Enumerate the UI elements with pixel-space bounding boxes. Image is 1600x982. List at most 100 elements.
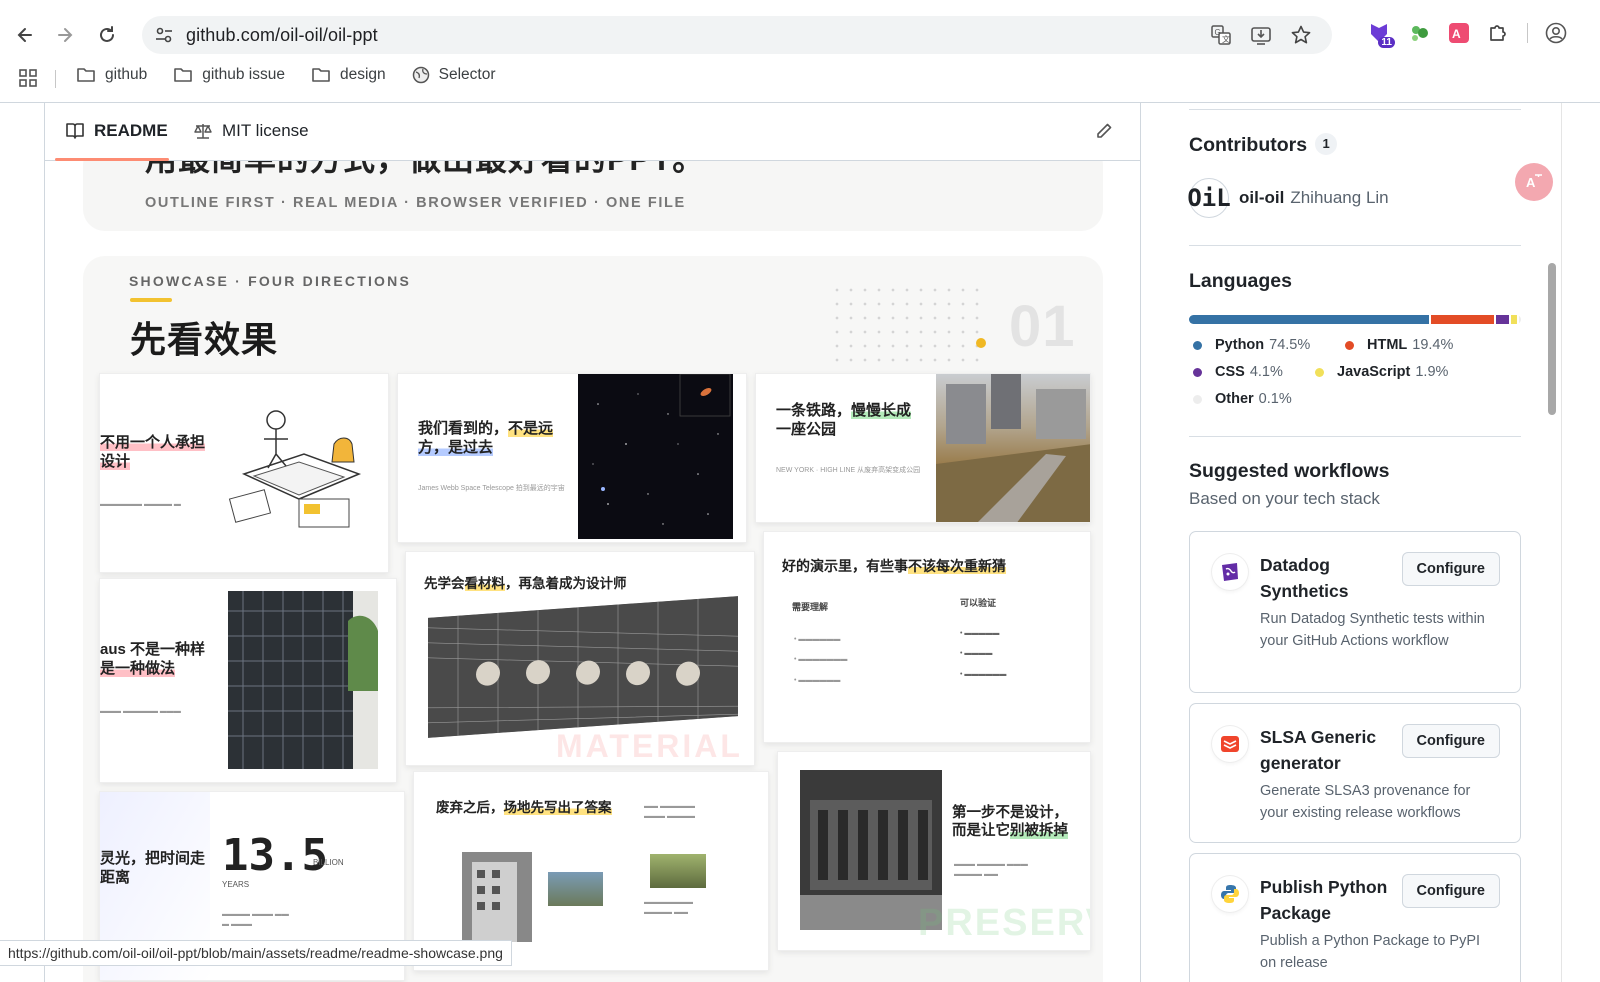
- tab-readme[interactable]: README: [65, 121, 168, 141]
- svg-text:A: A: [1526, 175, 1536, 190]
- slide-heading-part: 一座公园: [776, 420, 837, 438]
- bookmark-selector[interactable]: Selector: [412, 66, 496, 84]
- arrow-left-icon: [17, 28, 32, 42]
- configure-button[interactable]: Configure: [1401, 724, 1500, 758]
- folder-icon: [174, 68, 193, 82]
- bookmark-design[interactable]: design: [311, 66, 386, 84]
- language-percent: 74.5%: [1269, 337, 1311, 353]
- photo-weaving-women: [427, 596, 739, 738]
- language-color-dot: [1193, 367, 1202, 377]
- apps-grid-icon[interactable]: [18, 68, 38, 88]
- install-app-icon[interactable]: [1250, 24, 1272, 46]
- back-button[interactable]: [10, 20, 40, 50]
- weaving-graphic: [427, 596, 739, 738]
- slide-heading-part: 一条铁路，: [776, 402, 852, 419]
- puzzle-extensions-icon[interactable]: [1487, 21, 1511, 45]
- extension-badge-count: 11: [1378, 37, 1395, 48]
- slide-heading: 废弃之后，场地先写出了答案: [436, 800, 612, 817]
- translate-icon[interactable]: G文: [1210, 24, 1232, 46]
- workflow-description: Publish a Python Package to PyPI on rele…: [1260, 933, 1481, 972]
- slide-heading: 好的演示里，有些事不该每次重新猜: [782, 558, 1006, 576]
- forward-button[interactable]: [50, 20, 80, 50]
- sidebar-divider: [1189, 436, 1521, 437]
- slide-heading: 一条铁路，慢慢长成 一座公园: [776, 402, 912, 440]
- language-item-python[interactable]: Python 74.5%: [1193, 337, 1310, 353]
- contributor-item[interactable]: OiL oil-oil Zhihuang Lin: [1187, 178, 1389, 218]
- extension-badge-icon[interactable]: 11: [1365, 20, 1395, 48]
- frog-extension-icon[interactable]: [1407, 21, 1431, 45]
- readme-panel: README MIT license 用最简单的方式，做出最好看的PPT。 OU…: [44, 103, 1141, 982]
- workflow-card-slsa: SLSA Generic generator Generate SLSA3 pr…: [1189, 703, 1521, 843]
- slide-caption-lines: ▬▬▬▬▬▬ ▬▬▬▬ ▬: [100, 501, 181, 508]
- slide-heading: 灵光，把时间走 距离: [100, 850, 205, 888]
- translate-extension-icon[interactable]: A: [1447, 21, 1471, 45]
- bookmark-label: Selector: [438, 66, 496, 83]
- contributors-heading[interactable]: Contributors 1: [1189, 133, 1338, 157]
- globe-icon: [412, 66, 429, 84]
- slide-heading-part: 好的演示里，有些事: [782, 558, 908, 574]
- site-settings-icon[interactable]: [154, 25, 174, 45]
- language-item-javascript[interactable]: JavaScript 1.9%: [1315, 364, 1448, 380]
- slide-caption-lines: ▬▬▬▬▬▬▬ ▬▬▬▬ ▬▬: [644, 899, 693, 916]
- sidebar-scrollbar-thumb[interactable]: [1548, 263, 1556, 415]
- language-color-dot: [1315, 367, 1324, 377]
- language-name: Other: [1215, 391, 1254, 407]
- photo-park-greenery: [650, 854, 706, 888]
- showcase-kicker: SHOWCASE · FOUR DIRECTIONS: [129, 273, 411, 289]
- slide-heading-part: 而是让它: [952, 823, 1010, 840]
- slide-heading: 第一步不是设计， 而是让它别被拆掉: [952, 804, 1068, 840]
- language-item-html[interactable]: HTML 19.4%: [1345, 337, 1453, 353]
- slide-watermark: PRESERV: [918, 902, 1090, 944]
- sidebar-divider: [1189, 109, 1521, 110]
- language-percent: 4.1%: [1249, 364, 1283, 380]
- bookmark-github[interactable]: github: [76, 66, 147, 84]
- slide-heading: aus 不是一种样 是一种做法: [100, 641, 205, 679]
- browser-toolbar: github.com/oil-oil/oil-ppt G文 11 A githu…: [0, 0, 1600, 103]
- language-item-css[interactable]: CSS 4.1%: [1193, 364, 1283, 380]
- showcase-title: 先看效果: [130, 319, 279, 360]
- floating-translate-button[interactable]: A: [1515, 163, 1553, 201]
- status-bar-url: https://github.com/oil-oil/oil-ppt/blob/…: [0, 940, 512, 966]
- tab-license[interactable]: MIT license: [193, 121, 309, 141]
- reload-button[interactable]: [92, 20, 122, 50]
- pencil-icon[interactable]: [1094, 121, 1114, 141]
- slide-heading-highlight: 场地先写出了答案: [503, 800, 612, 815]
- folder-icon: [312, 68, 330, 82]
- slide-caption: James Webb Space Telescope 拍到最远的宇宙: [418, 485, 565, 492]
- building-graphic: [472, 862, 517, 942]
- contributors-count: 1: [1315, 133, 1338, 155]
- slide-list-left: • ▬▬▬▬▬▬ • ▬▬▬▬▬▬▬ • ▬▬▬▬▬▬: [794, 636, 848, 684]
- avatar[interactable]: OiL: [1187, 178, 1231, 218]
- tab-license-label: MIT license: [222, 121, 309, 140]
- slide-caption-lines: ▬▬▬▬ ▬▬▬ ▬▬ ▬ ▬▬▬: [222, 911, 289, 928]
- bookmark-label: design: [339, 66, 386, 83]
- slide-heading-highlight: 不是远: [508, 420, 554, 437]
- slide-heading: 不用一个人承担 设计: [100, 434, 206, 472]
- bookmarks-separator: [55, 70, 56, 88]
- configure-button[interactable]: Configure: [1401, 874, 1500, 908]
- building-facade-graphic: [228, 591, 378, 769]
- address-bar[interactable]: github.com/oil-oil/oil-ppt G文: [142, 16, 1332, 54]
- slide-heading-highlight: 方，是过去: [418, 438, 494, 456]
- slide-heading-part: 我们看到的，: [418, 420, 509, 437]
- bookmarks-bar: github github issue design Selector: [0, 62, 1600, 94]
- svg-text:A: A: [1452, 27, 1461, 41]
- contributor-username[interactable]: oil-oil: [1239, 188, 1284, 208]
- star-bookmark-icon[interactable]: [1290, 24, 1312, 46]
- configure-button[interactable]: Configure: [1401, 552, 1500, 586]
- language-color-dot: [1193, 340, 1202, 350]
- slide-heading-part: 废弃之后，: [436, 800, 504, 815]
- slide-preservation: 第一步不是设计， 而是让它别被拆掉 ▬▬▬ ▬▬▬▬ ▬▬▬ ▬▬▬▬ ▬▬ PR…: [777, 751, 1091, 951]
- showcase-accent-bar: [130, 298, 172, 302]
- slide-caption-lines: ▬▬▬ ▬▬▬▬▬ ▬▬▬: [100, 708, 181, 715]
- workflow-title: Datadog Synthetics: [1260, 555, 1349, 602]
- photo-high-line-park: [936, 374, 1090, 522]
- slide-highline: 一条铁路，慢慢长成 一座公园 NEW YORK · HIGH LINE 从废弃高…: [755, 373, 1091, 523]
- workflow-title: SLSA Generic generator: [1260, 727, 1377, 774]
- profile-icon[interactable]: [1544, 21, 1568, 45]
- language-bar: [1189, 315, 1521, 324]
- bookmark-github-issue[interactable]: github issue: [173, 66, 285, 84]
- url-text[interactable]: github.com/oil-oil/oil-ppt: [186, 25, 378, 46]
- decor-yellow-dot: [976, 338, 986, 348]
- language-item-other[interactable]: Other 0.1%: [1193, 391, 1292, 407]
